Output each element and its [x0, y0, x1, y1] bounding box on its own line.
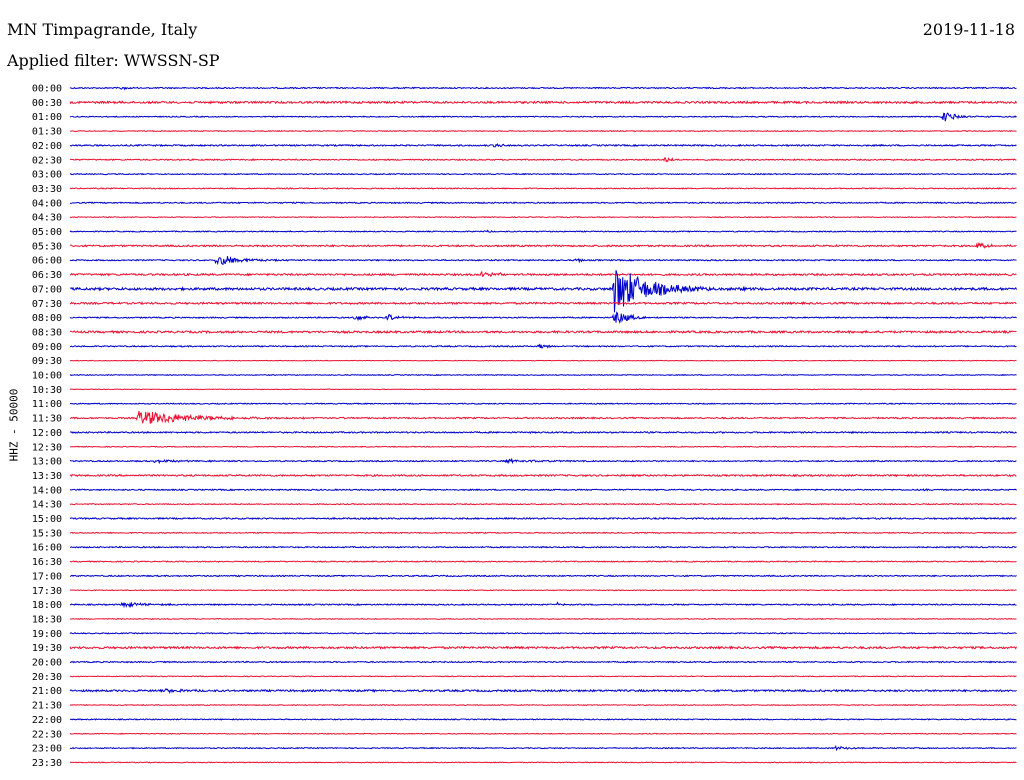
time-tick-label: 12:30	[32, 442, 62, 453]
time-tick-label: 00:30	[32, 98, 62, 109]
seismic-trace	[69, 645, 1017, 651]
seismic-trace	[69, 589, 1017, 592]
seismic-trace	[69, 617, 1017, 621]
time-tick-label: 18:00	[32, 600, 62, 611]
time-tick-label: 10:30	[32, 385, 62, 396]
seismic-trace	[69, 574, 1017, 578]
seismic-trace	[69, 732, 1017, 735]
seismic-trace	[69, 359, 1017, 362]
time-tick-label: 02:00	[32, 141, 62, 152]
time-tick-label: 09:30	[32, 356, 62, 367]
time-tick-label: 22:00	[32, 715, 62, 726]
seismic-trace	[69, 343, 1017, 349]
seismic-trace	[69, 545, 1017, 549]
seismic-traces	[69, 86, 1017, 764]
seismic-trace	[69, 675, 1017, 678]
seismic-trace	[69, 502, 1017, 506]
time-tick-label: 13:30	[32, 471, 62, 482]
time-tick-label: 15:00	[32, 514, 62, 525]
seismic-trace	[69, 241, 1017, 249]
time-tick-label: 06:00	[32, 256, 62, 267]
time-tick-label: 17:30	[32, 586, 62, 597]
time-tick-label: 07:00	[32, 284, 62, 295]
time-tick-label: 05:30	[32, 241, 62, 252]
time-tick-label: 03:30	[32, 184, 62, 195]
time-tick-label: 20:00	[32, 658, 62, 669]
time-tick-label: 23:00	[32, 744, 62, 755]
seismic-trace	[69, 229, 1017, 233]
time-tick-label: 22:30	[32, 729, 62, 740]
time-tick-label: 09:00	[32, 342, 62, 353]
seismic-trace	[69, 430, 1017, 435]
time-tick-label: 12:00	[32, 428, 62, 439]
time-tick-label: 07:30	[32, 299, 62, 310]
seismic-trace	[69, 718, 1017, 721]
time-tick-label: 18:30	[32, 614, 62, 625]
helicorder-plot: 00:00 00:30 01:00 01:30 02:00 02:30 03:00 03:30…	[32, 84, 1017, 769]
time-tick-label: 10:00	[32, 371, 62, 382]
seismic-trace	[69, 402, 1017, 405]
seismic-trace	[69, 560, 1017, 563]
seismic-trace	[69, 660, 1017, 664]
time-tick-label: 04:00	[32, 198, 62, 209]
time-tick-label: 17:00	[32, 571, 62, 582]
seismic-trace	[69, 256, 1017, 266]
time-tick-label: 11:00	[32, 399, 62, 410]
time-tick-label: 14:00	[32, 485, 62, 496]
seismic-trace	[69, 373, 1017, 377]
seismic-trace	[69, 761, 1017, 764]
time-tick-label: 16:00	[32, 543, 62, 554]
seismic-trace	[69, 410, 1017, 424]
seismic-trace	[69, 632, 1017, 635]
time-tick-label: 19:30	[32, 643, 62, 654]
time-tick-label: 03:00	[32, 170, 62, 181]
time-tick-label: 15:30	[32, 528, 62, 539]
time-tick-label: 16:30	[32, 557, 62, 568]
seismic-trace	[69, 270, 1017, 278]
seismic-trace	[69, 457, 1017, 465]
time-tick-label: 05:00	[32, 227, 62, 238]
seismic-trace	[69, 687, 1017, 695]
time-tick-label: 11:30	[32, 414, 62, 425]
time-tick-label: 01:30	[32, 127, 62, 138]
seismic-trace	[69, 201, 1017, 205]
seismic-trace	[69, 473, 1017, 478]
time-tick-label: 19:00	[32, 629, 62, 640]
seismic-trace	[69, 172, 1017, 176]
seismic-trace	[69, 744, 1017, 752]
seismic-trace	[69, 270, 1017, 313]
seismic-trace	[69, 601, 1017, 609]
time-tick-label: 14:30	[32, 500, 62, 511]
time-tick-label: 01:00	[32, 112, 62, 123]
time-tick-label: 23:30	[32, 758, 62, 769]
seismic-trace	[69, 311, 1017, 324]
seismic-trace	[69, 216, 1017, 219]
seismic-trace	[69, 329, 1017, 335]
time-tick-label: 21:00	[32, 686, 62, 697]
time-tick-label: 04:30	[32, 213, 62, 224]
seismic-trace	[69, 445, 1017, 448]
time-tick-label: 08:00	[32, 313, 62, 324]
seismic-trace	[69, 86, 1017, 91]
seismic-trace	[69, 187, 1017, 190]
time-tick-labels: 00:00 00:30 01:00 01:30 02:00 02:30 03:00 03:30…	[32, 84, 62, 769]
seismic-trace	[69, 703, 1017, 707]
time-tick-label: 21:30	[32, 701, 62, 712]
seismic-trace	[69, 100, 1017, 105]
seismic-trace	[69, 129, 1017, 133]
seismic-trace	[69, 388, 1017, 391]
seismic-trace	[69, 156, 1017, 163]
seismic-trace	[69, 488, 1017, 492]
time-tick-label: 06:30	[32, 270, 62, 281]
time-tick-label: 08:30	[32, 327, 62, 338]
seismic-trace	[69, 301, 1017, 306]
seismic-trace	[69, 142, 1017, 148]
time-tick-label: 00:00	[32, 84, 62, 95]
time-tick-label: 13:00	[32, 457, 62, 468]
seismic-trace	[69, 112, 1017, 122]
time-tick-label: 02:30	[32, 155, 62, 166]
time-tick-label: 20:30	[32, 672, 62, 683]
seismic-trace	[69, 516, 1017, 521]
seismic-trace	[69, 531, 1017, 535]
